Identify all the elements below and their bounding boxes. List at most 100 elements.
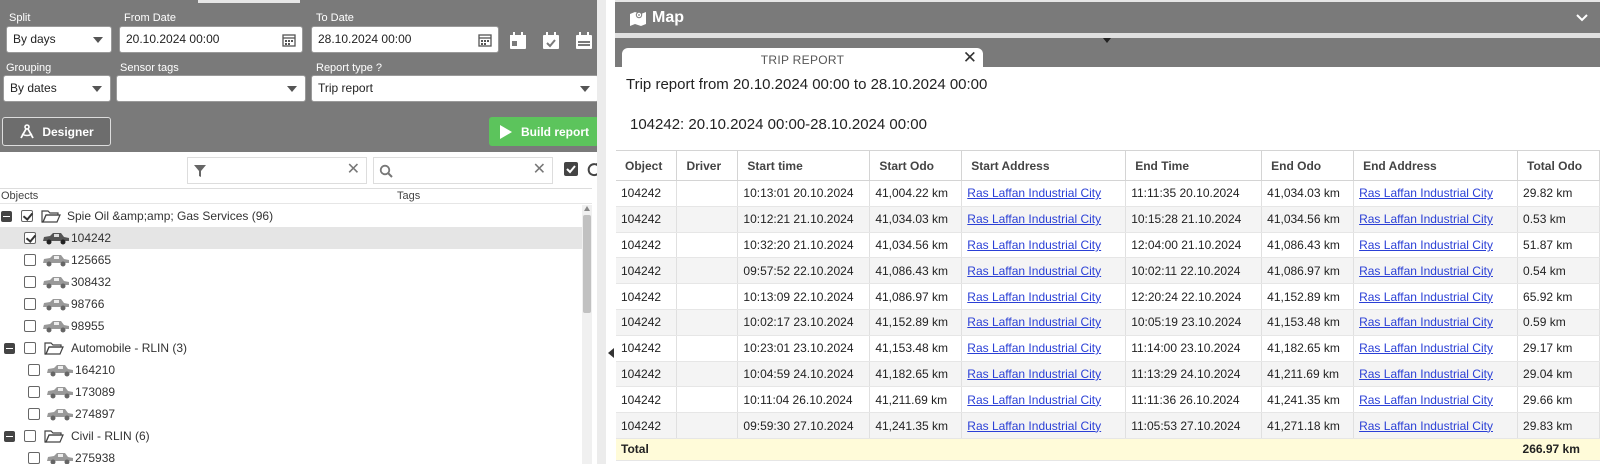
tree-item[interactable]: 104242 (0, 227, 590, 249)
tag-filter-input[interactable]: ✕ (187, 157, 367, 184)
panel-splitter[interactable] (597, 0, 606, 464)
collapse-icon[interactable] (4, 343, 15, 354)
tree-item[interactable]: 164210 (0, 359, 590, 381)
end-address-link[interactable]: Ras Laffan Industrial City (1359, 341, 1493, 355)
tree-checkbox[interactable] (24, 254, 36, 266)
tree-item[interactable]: 98955 (0, 315, 590, 337)
tree-scrollbar[interactable] (582, 205, 592, 464)
end-address-link[interactable]: Ras Laffan Industrial City (1359, 393, 1493, 407)
chevron-down-icon[interactable] (1576, 14, 1588, 22)
object-search-input[interactable]: ✕ (373, 157, 553, 184)
table-row[interactable]: 104242 10:04:59 24.10.2024 41,182.65 km Ras… (616, 361, 1600, 388)
calendar-check-icon[interactable] (541, 31, 561, 51)
column-header[interactable]: End Address (1353, 150, 1519, 181)
end-address-link[interactable]: Ras Laffan Industrial City (1359, 264, 1493, 278)
tree-checkbox[interactable] (24, 298, 36, 310)
collapse-icon[interactable] (1, 211, 12, 222)
tree-checkbox[interactable] (24, 342, 36, 354)
start-address-link[interactable]: Ras Laffan Industrial City (967, 315, 1101, 329)
table-row[interactable]: 104242 10:23:01 23.10.2024 41,153.48 km Ras… (616, 335, 1600, 362)
expand-map-icon[interactable] (1103, 38, 1111, 43)
car-icon (43, 299, 69, 311)
close-icon[interactable]: ✕ (347, 161, 360, 179)
column-header[interactable]: Object (616, 150, 678, 181)
end-address-link[interactable]: Ras Laffan Industrial City (1359, 186, 1493, 200)
scrollbar-thumb[interactable] (583, 215, 591, 313)
column-header[interactable]: Start Address (961, 150, 1127, 181)
tree-item[interactable]: 125665 (0, 249, 590, 271)
from-date-input[interactable]: 20.10.2024 00:00 (119, 26, 303, 53)
collapse-icon[interactable] (4, 431, 15, 442)
tab-trip-report[interactable]: TRIP REPORT ✕ (622, 48, 983, 72)
table-row[interactable]: 104242 10:13:09 22.10.2024 41,086.97 km Ras… (616, 283, 1600, 310)
start-address-link[interactable]: Ras Laffan Industrial City (967, 238, 1101, 252)
tree-checkbox[interactable] (24, 430, 36, 442)
start-address-link[interactable]: Ras Laffan Industrial City (967, 290, 1101, 304)
tree-checkbox[interactable] (24, 276, 36, 288)
calendar-day-icon[interactable] (508, 31, 528, 51)
column-header[interactable]: Start time (737, 150, 871, 181)
object-cell: 104242 (616, 309, 678, 336)
sensor-tags-select[interactable] (116, 75, 306, 102)
table-row[interactable]: 104242 09:57:52 22.10.2024 41,086.43 km Ras… (616, 257, 1600, 285)
start-address-link[interactable]: Ras Laffan Industrial City (967, 419, 1101, 433)
tree-item[interactable]: 173089 (0, 381, 590, 403)
tree-checkbox[interactable] (28, 408, 40, 420)
table-row[interactable]: 104242 10:12:21 21.10.2024 41,034.03 km Ras… (616, 206, 1600, 233)
column-header[interactable]: Driver (676, 150, 739, 181)
report-type-select[interactable]: Trip report (311, 75, 599, 102)
calendar-icon[interactable] (478, 33, 492, 47)
tree-checkbox[interactable] (28, 364, 40, 376)
end-address-link[interactable]: Ras Laffan Industrial City (1359, 212, 1493, 226)
tree-checkbox[interactable] (24, 320, 36, 332)
table-row[interactable]: 104242 09:59:30 27.10.2024 41,241.35 km Ras… (616, 412, 1600, 439)
end-address-link[interactable]: Ras Laffan Industrial City (1359, 367, 1493, 381)
check-all-icon[interactable] (563, 161, 579, 177)
tree-group[interactable]: Civil - RLIN (6) (0, 425, 590, 447)
tab-trip-report-label: TRIP REPORT (760, 53, 845, 67)
split-select[interactable]: By days (6, 26, 112, 53)
to-date-input[interactable]: 28.10.2024 00:00 (311, 26, 499, 53)
tree-checkbox[interactable] (21, 210, 33, 222)
close-icon[interactable]: ✕ (533, 161, 546, 179)
driver-cell (676, 412, 739, 439)
tree-item[interactable]: 274897 (0, 403, 590, 425)
table-row[interactable]: 104242 10:32:20 21.10.2024 41,034.56 km Ras… (616, 232, 1600, 259)
column-header[interactable]: End Odo (1261, 150, 1355, 181)
total-spacer (1353, 438, 1518, 461)
end-address-link[interactable]: Ras Laffan Industrial City (1359, 419, 1493, 433)
tree-item[interactable]: 98766 (0, 293, 590, 315)
column-header[interactable]: Total Odo (1517, 150, 1600, 181)
column-header[interactable]: End Time (1125, 150, 1263, 181)
tree-checkbox[interactable] (28, 452, 40, 464)
table-row[interactable]: 104242 10:02:17 23.10.2024 41,152.89 km Ras… (616, 309, 1600, 336)
table-row[interactable]: 104242 10:11:04 26.10.2024 41,211.69 km Ras… (616, 386, 1600, 414)
from-date-value: 20.10.2024 00:00 (126, 32, 220, 46)
end-address-link[interactable]: Ras Laffan Industrial City (1359, 238, 1493, 252)
start-address-link[interactable]: Ras Laffan Industrial City (967, 212, 1101, 226)
table-row[interactable]: 104242 10:13:01 20.10.2024 41,004.22 km Ras… (616, 180, 1600, 207)
tree-group[interactable]: Spie Oil &amp;amp; Gas Services (96) (0, 205, 590, 227)
start-address-link[interactable]: Ras Laffan Industrial City (967, 393, 1101, 407)
designer-button[interactable]: Designer (2, 117, 111, 146)
column-header[interactable]: Start Odo (869, 150, 963, 181)
start-address-link[interactable]: Ras Laffan Industrial City (967, 264, 1101, 278)
start-address-link[interactable]: Ras Laffan Industrial City (967, 367, 1101, 381)
tree-checkbox[interactable] (24, 232, 36, 244)
grouping-select[interactable]: By dates (3, 75, 111, 102)
map-header[interactable]: Map (615, 0, 1600, 33)
build-report-button[interactable]: Build report (489, 117, 599, 146)
close-icon[interactable]: ✕ (963, 48, 977, 68)
collapse-left-icon[interactable] (608, 348, 614, 358)
start-address-link[interactable]: Ras Laffan Industrial City (967, 341, 1101, 355)
tree-item[interactable]: 308432 (0, 271, 590, 293)
tree-group[interactable]: Automobile - RLIN (3) (0, 337, 590, 359)
tree-checkbox[interactable] (28, 386, 40, 398)
tree-item[interactable]: 275938 (0, 447, 590, 464)
calendar-range-icon[interactable] (574, 31, 594, 51)
end-address-link[interactable]: Ras Laffan Industrial City (1359, 315, 1493, 329)
calendar-icon[interactable] (282, 33, 296, 47)
start-address-link[interactable]: Ras Laffan Industrial City (967, 186, 1101, 200)
end-address-link[interactable]: Ras Laffan Industrial City (1359, 290, 1493, 304)
scroll-up-icon[interactable] (584, 206, 590, 211)
